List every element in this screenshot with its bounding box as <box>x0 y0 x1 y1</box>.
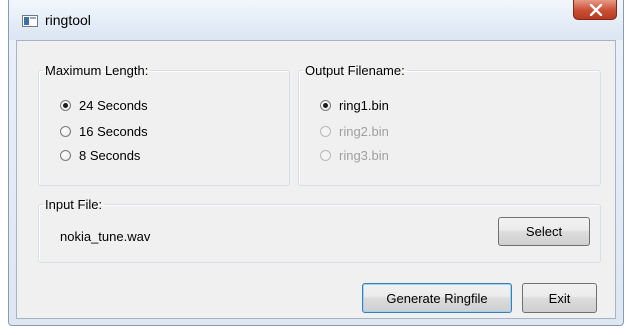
radio-ring3-label: ring3.bin <box>339 148 389 163</box>
radio-ring1-label: ring1.bin <box>339 98 389 113</box>
radio-ring3-bin[interactable]: ring3.bin <box>320 148 389 163</box>
window-title: ringtool <box>45 12 91 28</box>
radio-16-seconds-label: 16 Seconds <box>79 124 148 139</box>
app-window-icon <box>22 15 38 27</box>
radio-button-icon <box>60 126 71 137</box>
radio-ring1-bin[interactable]: ring1.bin <box>320 98 389 113</box>
input-filename: nokia_tune.wav <box>60 229 151 244</box>
radio-button-icon <box>60 100 71 111</box>
title-bar[interactable]: ringtool <box>9 0 623 40</box>
radio-ring2-bin[interactable]: ring2.bin <box>320 124 389 139</box>
radio-button-icon <box>60 150 71 161</box>
generate-ringfile-button[interactable]: Generate Ringfile <box>362 283 512 313</box>
close-button[interactable] <box>573 0 617 20</box>
exit-button[interactable]: Exit <box>522 283 597 313</box>
radio-button-icon <box>320 100 331 111</box>
close-x-icon <box>589 4 603 16</box>
input-file-legend: Input File: <box>45 197 103 212</box>
radio-button-icon <box>320 150 331 161</box>
radio-8-seconds[interactable]: 8 Seconds <box>60 148 140 163</box>
radio-ring2-label: ring2.bin <box>339 124 389 139</box>
radio-button-icon <box>320 126 331 137</box>
radio-16-seconds[interactable]: 16 Seconds <box>60 124 148 139</box>
dialog-client-area: Maximum Length: 24 Seconds 16 Seconds 8 … <box>16 40 616 319</box>
radio-24-seconds-label: 24 Seconds <box>79 98 148 113</box>
output-filename-legend: Output Filename: <box>305 63 405 78</box>
radio-8-seconds-label: 8 Seconds <box>79 148 141 163</box>
ringtool-window: ringtool Maximum Length: 24 Seconds 16 S… <box>8 0 624 326</box>
select-button[interactable]: Select <box>498 217 590 246</box>
radio-24-seconds[interactable]: 24 Seconds <box>60 98 148 113</box>
maximum-length-legend: Maximum Length: <box>45 63 149 78</box>
